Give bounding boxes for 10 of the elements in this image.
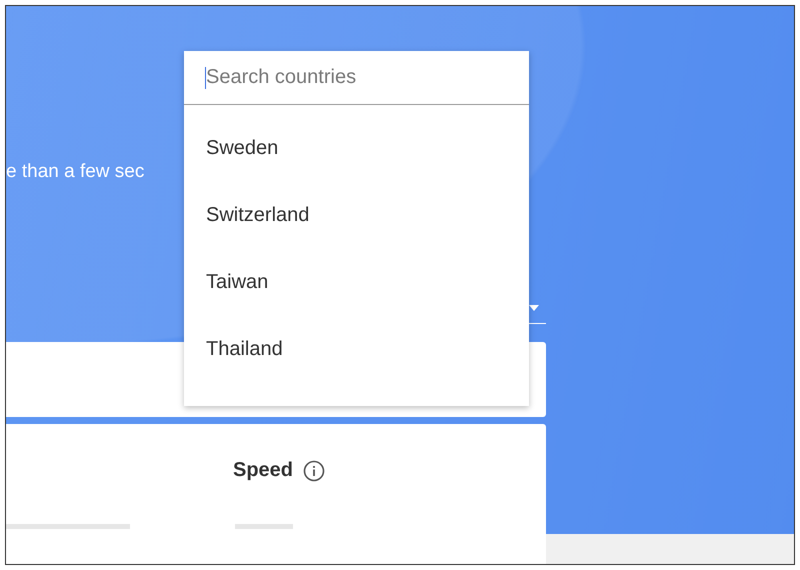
intro-text: e than a few sec xyxy=(6,161,144,183)
info-icon[interactable] xyxy=(303,460,326,482)
country-option[interactable]: Sweden xyxy=(184,115,529,182)
country-option[interactable]: Taiwan xyxy=(184,249,529,316)
search-field[interactable]: Search countries xyxy=(184,51,529,105)
skeleton-bar xyxy=(235,524,293,529)
country-option[interactable]: Thailand xyxy=(184,316,529,383)
country-option[interactable]: Switzerland xyxy=(184,182,529,249)
text-cursor xyxy=(205,67,206,89)
speed-label: Speed xyxy=(233,459,294,482)
